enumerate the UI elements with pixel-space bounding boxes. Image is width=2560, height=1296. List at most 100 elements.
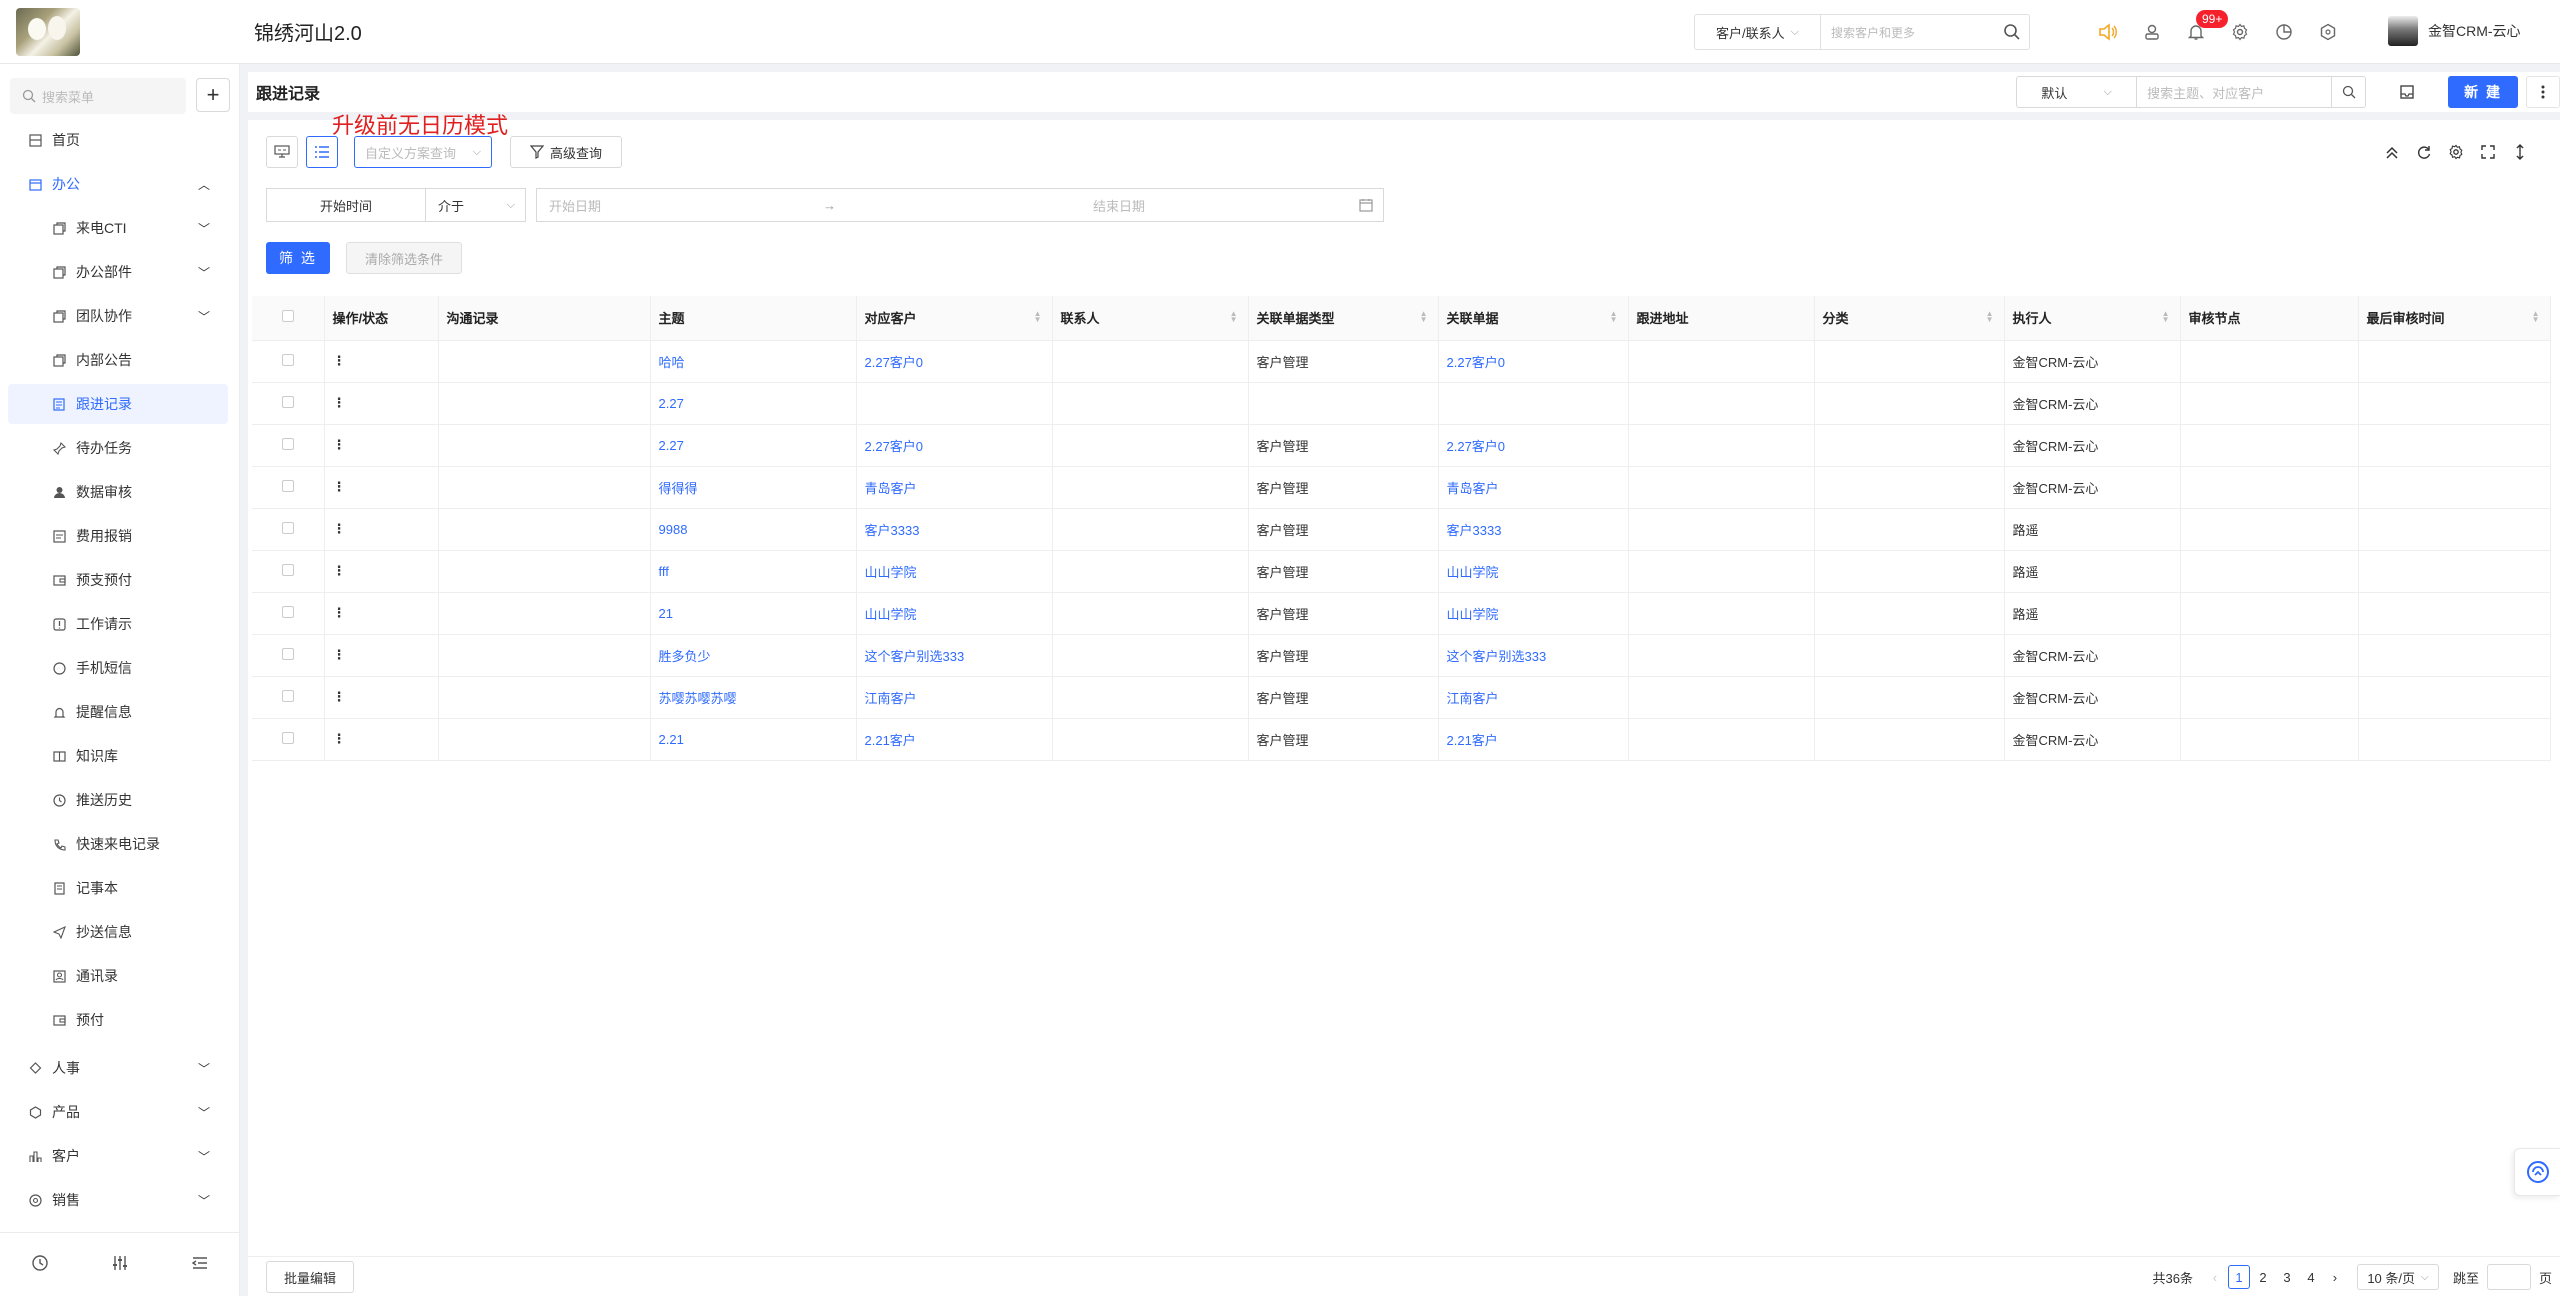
sidebar-item-sales[interactable]: 销售 ﹀ <box>0 1180 240 1220</box>
collapse-menu-icon[interactable] <box>191 1254 209 1275</box>
sidebar-item-address-book[interactable]: 通讯录 <box>0 956 240 996</box>
custom-scheme-select[interactable]: 自定义方案查询 ⌵ <box>354 136 492 168</box>
op-menu[interactable]: ⋮ <box>324 508 439 551</box>
column-header-sortable[interactable]: 最后审核时间 ▲ ▼ <box>2358 296 2551 341</box>
sidebar-item-advance[interactable]: 预支预付 <box>0 560 240 600</box>
batch-edit-button[interactable]: 批量编辑 <box>266 1261 354 1293</box>
table-row[interactable]: ⋮ 9988 客户3333 客户管理 客户3333 路遥 <box>252 508 2551 551</box>
prev-page-icon[interactable]: ‹ <box>2204 1265 2226 1289</box>
op-menu[interactable]: ⋮ <box>324 466 439 509</box>
cell-subject[interactable]: 得得得 <box>650 466 857 509</box>
cell-subject[interactable]: fff <box>650 550 857 593</box>
end-date-input[interactable]: 结束日期 <box>1093 196 1145 215</box>
cell-doc[interactable]: 这个客户别选333 <box>1438 634 1629 677</box>
op-menu[interactable]: ⋮ <box>324 550 439 593</box>
sort-icon[interactable]: ▲ ▼ <box>2162 310 2170 324</box>
table-row[interactable]: ⋮ 哈哈 2.27客户0 客户管理 2.27客户0 金智CRM-云心 <box>252 340 2551 383</box>
row-checkbox[interactable] <box>252 382 325 425</box>
table-row[interactable]: ⋮ 胜多负少 这个客户别选333 客户管理 这个客户别选333 金智CRM-云心 <box>252 634 2551 677</box>
sidebar-item-knowledge[interactable]: 知识库 <box>0 736 240 776</box>
new-button[interactable]: 新 建 <box>2448 76 2518 108</box>
sidebar-item-reminder[interactable]: 提醒信息 <box>0 692 240 732</box>
refresh-icon[interactable] <box>2408 140 2440 164</box>
cell-doc[interactable]: 青岛客户 <box>1438 466 1629 509</box>
column-header-sortable[interactable]: 对应客户 ▲ ▼ <box>856 296 1053 341</box>
cell-customer[interactable]: 青岛客户 <box>856 466 1053 509</box>
settings-gear-icon[interactable] <box>2218 16 2262 48</box>
fullscreen-icon[interactable] <box>2472 140 2504 164</box>
row-checkbox[interactable] <box>252 634 325 677</box>
sidebar-item-data-review[interactable]: 数据审核 <box>0 472 240 512</box>
list-view-button[interactable] <box>306 136 338 168</box>
sidebar-item-prepay[interactable]: 预付 <box>0 1000 240 1040</box>
cell-customer[interactable]: 2.21客户 <box>856 718 1053 761</box>
column-header-sortable[interactable]: 联系人 ▲ ▼ <box>1052 296 1249 341</box>
sidebar-item-notice[interactable]: 内部公告 <box>0 340 240 380</box>
sort-icon[interactable]: ▲ ▼ <box>1230 310 1238 324</box>
row-checkbox[interactable] <box>252 508 325 551</box>
cell-customer[interactable]: 这个客户别选333 <box>856 634 1053 677</box>
page-size-select[interactable]: 10 条/页 ⌵ <box>2356 1264 2439 1290</box>
cell-doc[interactable] <box>1438 382 1629 425</box>
cell-doc[interactable]: 2.27客户0 <box>1438 424 1629 467</box>
column-header-sortable[interactable]: 分类 ▲ ▼ <box>1814 296 2005 341</box>
more-vertical-icon[interactable] <box>2526 76 2560 108</box>
cell-customer[interactable]: 客户3333 <box>856 508 1053 551</box>
help-float-icon[interactable] <box>2514 1148 2560 1196</box>
sidebar-item-push-history[interactable]: 推送历史 <box>0 780 240 820</box>
cell-customer[interactable]: 山山学院 <box>856 592 1053 635</box>
cell-customer[interactable]: 2.27客户0 <box>856 340 1053 383</box>
company-logo[interactable] <box>16 7 80 56</box>
inbox-icon[interactable] <box>2390 76 2424 108</box>
chart-pie-icon[interactable] <box>2262 16 2306 48</box>
filter-field-select[interactable]: 开始时间 <box>266 188 426 222</box>
speaker-icon[interactable] <box>2086 16 2130 48</box>
sidebar-item-product[interactable]: 产品 ﹀ <box>0 1092 240 1132</box>
column-header-sortable[interactable]: 关联单据类型 ▲ ▼ <box>1248 296 1439 341</box>
table-row[interactable]: ⋮ 2.27 2.27客户0 客户管理 2.27客户0 金智CRM-云心 <box>252 424 2551 467</box>
next-page-icon[interactable]: › <box>2324 1265 2346 1289</box>
search-icon[interactable] <box>2003 23 2021 44</box>
cell-doc[interactable]: 2.21客户 <box>1438 718 1629 761</box>
table-row[interactable]: ⋮ fff 山山学院 客户管理 山山学院 路遥 <box>252 550 2551 593</box>
page-button[interactable]: 2 <box>2252 1265 2274 1289</box>
row-checkbox[interactable] <box>252 550 325 593</box>
sliders-icon[interactable] <box>111 1254 129 1275</box>
board-view-button[interactable] <box>266 136 298 168</box>
sidebar-item-quick-call-log[interactable]: 快速来电记录 <box>0 824 240 864</box>
global-search-input[interactable]: 搜索客户和更多 <box>1821 15 2029 49</box>
list-search-input[interactable]: 搜索主题、对应客户 <box>2136 76 2333 108</box>
sidebar-item-cc[interactable]: 抄送信息 <box>0 912 240 952</box>
sort-icon[interactable]: ▲ ▼ <box>2532 310 2540 324</box>
menu-search-input[interactable]: 搜索菜单 <box>10 78 186 114</box>
column-header-sortable[interactable]: 关联单据 ▲ ▼ <box>1438 296 1629 341</box>
sidebar-item-office[interactable]: 办公 ︿ <box>0 164 240 204</box>
hexagon-icon[interactable] <box>2306 16 2350 48</box>
table-row[interactable]: ⋮ 2.21 2.21客户 客户管理 2.21客户 金智CRM-云心 <box>252 718 2551 761</box>
cell-customer[interactable]: 山山学院 <box>856 550 1053 593</box>
page-button[interactable]: 3 <box>2276 1265 2298 1289</box>
cell-subject[interactable]: 2.27 <box>650 424 857 467</box>
cell-customer[interactable] <box>856 382 1053 425</box>
date-range-picker[interactable]: 开始日期 → 结束日期 <box>536 188 1384 222</box>
search-type-select[interactable]: 客户/联系人 ⌵ <box>1695 15 1821 49</box>
row-checkbox[interactable] <box>252 424 325 467</box>
op-menu[interactable]: ⋮ <box>324 340 439 383</box>
table-row[interactable]: ⋮ 苏嘤苏嘤苏嘤 江南客户 客户管理 江南客户 金智CRM-云心 <box>252 676 2551 719</box>
cell-doc[interactable]: 客户3333 <box>1438 508 1629 551</box>
filter-operator-select[interactable]: 介于 ⌵ <box>426 188 526 222</box>
row-checkbox[interactable] <box>252 340 325 383</box>
sidebar-item-hr[interactable]: 人事 ﹀ <box>0 1048 240 1088</box>
add-menu-button[interactable]: + <box>196 78 230 112</box>
cell-subject[interactable]: 2.21 <box>650 718 857 761</box>
cell-doc[interactable]: 山山学院 <box>1438 592 1629 635</box>
cell-customer[interactable]: 江南客户 <box>856 676 1053 719</box>
settings-gear-icon[interactable] <box>2440 140 2472 164</box>
op-menu[interactable]: ⋮ <box>324 424 439 467</box>
bell-icon[interactable]: 99+ <box>2174 10 2229 48</box>
cell-doc[interactable]: 江南客户 <box>1438 676 1629 719</box>
sort-icon[interactable]: ▲ ▼ <box>1986 310 1994 324</box>
sidebar-item-customer[interactable]: 客户 ﹀ <box>0 1136 240 1176</box>
sidebar-item-expense[interactable]: 费用报销 <box>0 516 240 556</box>
sort-icon[interactable]: ▲ ▼ <box>1420 310 1428 324</box>
